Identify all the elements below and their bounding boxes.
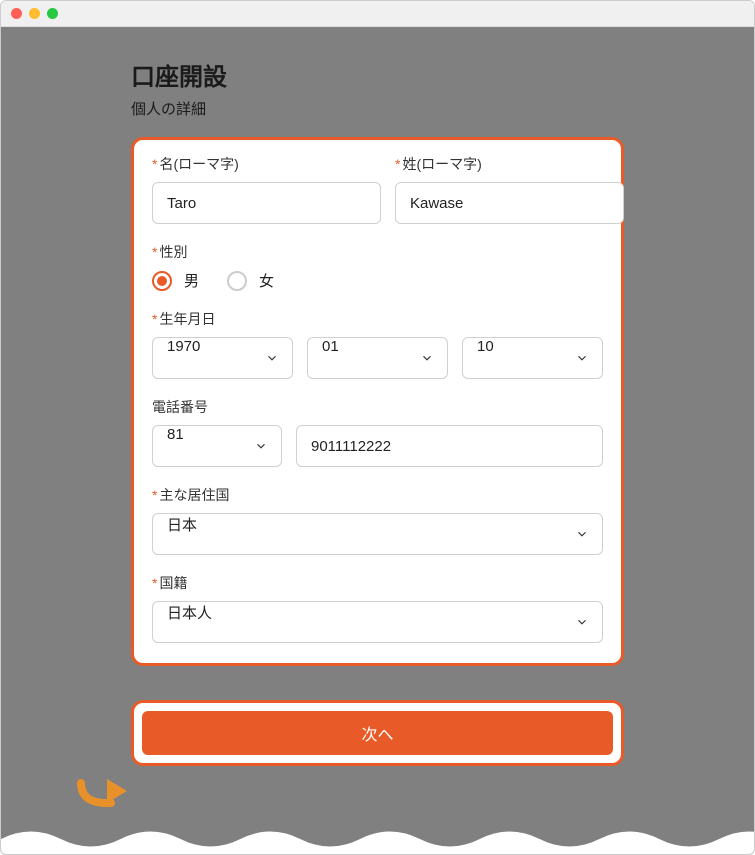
dob-month-select[interactable]: 01 — [307, 337, 448, 379]
residence-field: *主な居住国 日本 — [152, 485, 603, 555]
phone-number-input[interactable] — [296, 425, 603, 467]
maximize-icon[interactable] — [47, 8, 58, 19]
gender-male-label: 男 — [184, 270, 199, 291]
arrow-right-icon — [77, 773, 131, 813]
gender-female-radio[interactable]: 女 — [227, 270, 274, 291]
content-area: 口座開設 個人の詳細 *名(ローマ字) *姓(ローマ字) *性別 男 — [1, 27, 754, 854]
nationality-field: *国籍 日本人 — [152, 573, 603, 643]
first-name-field: *名(ローマ字) — [152, 154, 381, 224]
wave-decoration — [1, 824, 754, 854]
dob-year-select[interactable]: 1970 — [152, 337, 293, 379]
titlebar — [1, 1, 754, 27]
gender-female-label: 女 — [259, 270, 274, 291]
next-button-card: 次へ — [131, 700, 624, 766]
radio-unchecked-icon — [227, 271, 247, 291]
first-name-label: *名(ローマ字) — [152, 154, 381, 174]
nationality-label: *国籍 — [152, 573, 603, 593]
phone-field: 電話番号 81 — [152, 397, 603, 467]
radio-checked-icon — [152, 271, 172, 291]
nationality-select[interactable]: 日本人 — [152, 601, 603, 643]
phone-label: 電話番号 — [152, 397, 603, 417]
page-title: 口座開設 — [131, 57, 624, 92]
last-name-input[interactable] — [395, 182, 624, 224]
gender-male-radio[interactable]: 男 — [152, 270, 199, 291]
page-subtitle: 個人の詳細 — [131, 98, 624, 119]
last-name-field: *姓(ローマ字) — [395, 154, 624, 224]
phone-country-select[interactable]: 81 — [152, 425, 282, 467]
app-window: 口座開設 個人の詳細 *名(ローマ字) *姓(ローマ字) *性別 男 — [0, 0, 755, 855]
gender-field: *性別 男 女 — [152, 242, 603, 291]
next-button[interactable]: 次へ — [142, 711, 613, 755]
last-name-label: *姓(ローマ字) — [395, 154, 624, 174]
first-name-input[interactable] — [152, 182, 381, 224]
dob-field: *生年月日 1970 01 10 — [152, 309, 603, 379]
minimize-icon[interactable] — [29, 8, 40, 19]
residence-select[interactable]: 日本 — [152, 513, 603, 555]
residence-label: *主な居住国 — [152, 485, 603, 505]
dob-label: *生年月日 — [152, 309, 603, 329]
gender-label: *性別 — [152, 242, 603, 262]
form-card: *名(ローマ字) *姓(ローマ字) *性別 男 女 — [131, 137, 624, 666]
dob-day-select[interactable]: 10 — [462, 337, 603, 379]
close-icon[interactable] — [11, 8, 22, 19]
